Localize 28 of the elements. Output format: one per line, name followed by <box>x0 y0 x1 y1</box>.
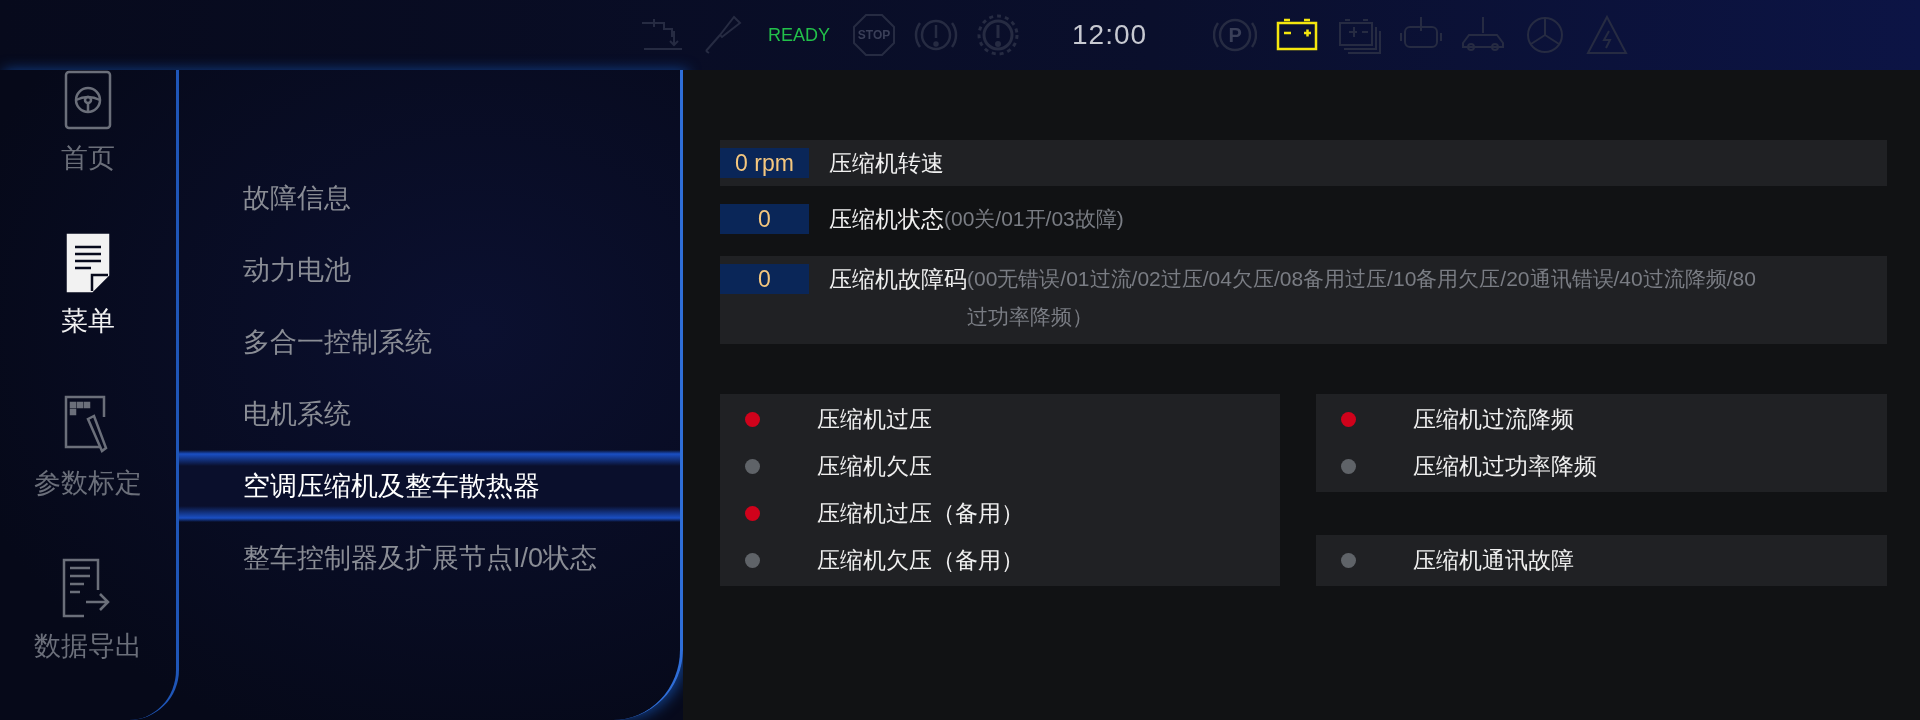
alarm-label: 压缩机过功率降频 <box>1413 452 1597 481</box>
menu-item[interactable]: 电机系统 <box>179 378 680 450</box>
nav-tab[interactable]: 菜单 <box>0 232 176 395</box>
parameter-label: 压缩机故障码 <box>829 265 967 294</box>
steering-wheel-card-icon <box>62 70 114 130</box>
ready-indicator: READY <box>767 24 831 46</box>
alarm-label: 压缩机过压 <box>817 405 932 434</box>
nav-tab[interactable]: 数据导出 <box>0 557 176 720</box>
menu-item[interactable]: 空调压缩机及整车散热器 <box>179 450 680 522</box>
value-field: 0 <box>720 264 809 294</box>
value-field: 0 rpm <box>720 148 809 178</box>
value-field: 0 <box>720 204 809 234</box>
alarm-label: 压缩机过流降频 <box>1413 405 1574 434</box>
alarm-label: 压缩机欠压（备用） <box>817 546 1024 575</box>
parameter-label: 压缩机状态 <box>829 205 944 234</box>
clock: 12:00 <box>1072 19 1148 51</box>
menu-item[interactable]: 整车控制器及扩展节点I/0状态 <box>179 522 680 594</box>
menu-item[interactable]: 多合一控制系统 <box>179 306 680 378</box>
alarm-label: 压缩机通讯故障 <box>1413 546 1574 575</box>
menu-item[interactable]: 动力电池 <box>179 234 680 306</box>
parameter-hint: (00关/01开/03故障) <box>944 206 1124 232</box>
parameter-label: 压缩机转速 <box>829 149 944 178</box>
parameter-hint: (00无错误/01过流/02过压/04欠压/08备用过压/10备用欠压/20通讯错误/40过流降频/80过功率降频） <box>967 266 1757 330</box>
menu-item[interactable]: 故障信息 <box>179 162 680 234</box>
nav-tab[interactable]: 首页 <box>0 70 176 233</box>
nav-tab[interactable]: 参数标定 <box>0 395 176 558</box>
alarm-label: 压缩机欠压 <box>817 452 932 481</box>
alarm-label: 压缩机过压（备用） <box>817 499 1024 528</box>
